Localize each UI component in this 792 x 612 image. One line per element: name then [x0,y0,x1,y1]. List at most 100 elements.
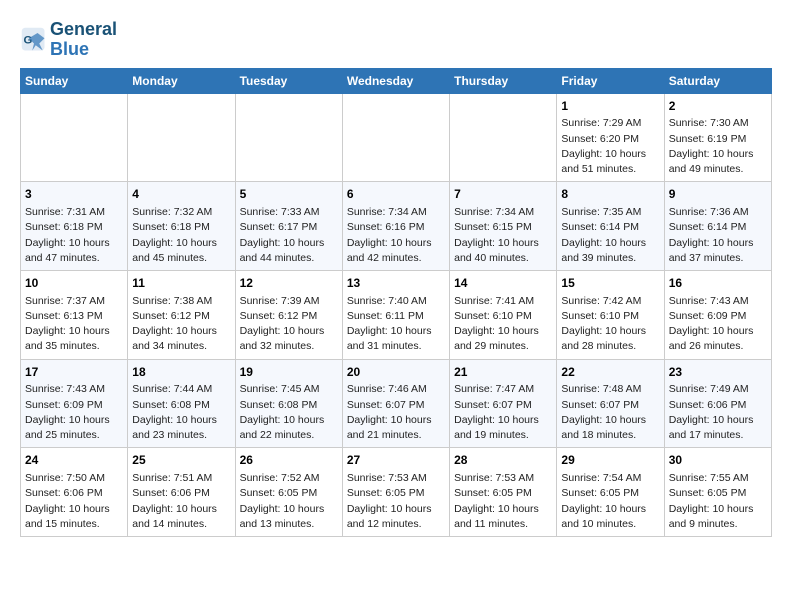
cell-info-line: Sunset: 6:14 PM [561,220,659,235]
cell-info-line: Daylight: 10 hours and 11 minutes. [454,502,552,532]
cell-info-line: Daylight: 10 hours and 29 minutes. [454,324,552,354]
calendar-cell: 11Sunrise: 7:38 AMSunset: 6:12 PMDayligh… [128,270,235,359]
cell-info-line: Sunrise: 7:43 AM [25,382,123,397]
logo-text-line2: Blue [50,40,117,60]
cell-info-line: Sunrise: 7:37 AM [25,294,123,309]
cell-info-line: Sunset: 6:05 PM [669,486,767,501]
cell-info-line: Daylight: 10 hours and 40 minutes. [454,236,552,266]
cell-info-line: Sunset: 6:05 PM [454,486,552,501]
cell-info-line: Daylight: 10 hours and 26 minutes. [669,324,767,354]
cell-info-line: Sunset: 6:06 PM [25,486,123,501]
cell-info-line: Sunset: 6:19 PM [669,132,767,147]
cell-info-line: Daylight: 10 hours and 31 minutes. [347,324,445,354]
cell-info-line: Sunrise: 7:44 AM [132,382,230,397]
cell-info-line: Daylight: 10 hours and 37 minutes. [669,236,767,266]
calendar-cell: 27 Sunrise: 7:53 AMSunset: 6:05 PMDayligh… [342,448,449,537]
calendar-cell: 9Sunrise: 7:36 AMSunset: 6:14 PMDaylight… [664,182,771,271]
day-number: 10 [25,275,123,292]
day-number: 11 [132,275,230,292]
cell-info-line: Sunset: 6:16 PM [347,220,445,235]
cell-info-line: Sunrise: 7:47 AM [454,382,552,397]
calendar-cell: 12Sunrise: 7:39 AMSunset: 6:12 PMDayligh… [235,270,342,359]
day-number: 16 [669,275,767,292]
calendar-cell [342,93,449,182]
calendar-cell: 14Sunrise: 7:41 AMSunset: 6:10 PMDayligh… [450,270,557,359]
cell-info-line: Sunset: 6:09 PM [669,309,767,324]
main-container: G General Blue SundayMondayTuesdayWednes… [0,0,792,547]
cell-info-line: Sunset: 6:05 PM [561,486,659,501]
cell-info-line: Daylight: 10 hours and 12 minutes. [347,502,445,532]
day-number: 22 [561,364,659,381]
cell-info-line: Sunset: 6:10 PM [561,309,659,324]
cell-info-line: Sunset: 6:05 PM [347,486,445,501]
cell-info-line: Sunset: 6:08 PM [240,398,338,413]
calendar-cell: 5Sunrise: 7:33 AMSunset: 6:17 PMDaylight… [235,182,342,271]
cell-info-line: Sunset: 6:18 PM [25,220,123,235]
cell-info-line: Sunrise: 7:43 AM [669,294,767,309]
calendar-body: 1Sunrise: 7:29 AMSunset: 6:20 PMDaylight… [21,93,772,536]
cell-info-line: Sunset: 6:18 PM [132,220,230,235]
cell-info-line: Sunset: 6:05 PM [240,486,338,501]
cell-info-line: Sunrise: 7:40 AM [347,294,445,309]
day-number: 7 [454,186,552,203]
calendar-week-5: 24Sunrise: 7:50 AMSunset: 6:06 PMDayligh… [21,448,772,537]
cell-info-line: Daylight: 10 hours and 45 minutes. [132,236,230,266]
calendar-cell: 15 Sunrise: 7:42 AMSunset: 6:10 PMDayligh… [557,270,664,359]
cell-info-line: Sunrise: 7:55 AM [669,471,767,486]
cell-info-line: Sunrise: 7:31 AM [25,205,123,220]
cell-info-line: Sunrise: 7:54 AM [561,471,659,486]
logo-text-line1: General [50,20,117,40]
calendar-cell [450,93,557,182]
cell-info-line: Sunrise: 7:39 AM [240,294,338,309]
cell-info-line: Sunrise: 7:46 AM [347,382,445,397]
calendar-cell: 30Sunrise: 7:55 AMSunset: 6:05 PMDayligh… [664,448,771,537]
cell-info-line: Daylight: 10 hours and 15 minutes. [25,502,123,532]
header-row: SundayMondayTuesdayWednesdayThursdayFrid… [21,68,772,93]
cell-info-line: Sunset: 6:06 PM [669,398,767,413]
day-number: 29 [561,452,659,469]
cell-info-line: Sunrise: 7:42 AM [561,294,659,309]
cell-info-line: Sunrise: 7:32 AM [132,205,230,220]
calendar-header: SundayMondayTuesdayWednesdayThursdayFrid… [21,68,772,93]
calendar-cell: 26Sunrise: 7:52 AMSunset: 6:05 PMDayligh… [235,448,342,537]
day-number: 8 [561,186,659,203]
cell-info-line: Daylight: 10 hours and 23 minutes. [132,413,230,443]
cell-info-line: Sunrise: 7:49 AM [669,382,767,397]
weekday-header-friday: Friday [557,68,664,93]
day-number: 18 [132,364,230,381]
cell-info-line: Sunrise: 7:34 AM [454,205,552,220]
weekday-header-thursday: Thursday [450,68,557,93]
calendar-cell: 23Sunrise: 7:49 AMSunset: 6:06 PMDayligh… [664,359,771,448]
cell-info-line: Sunset: 6:12 PM [132,309,230,324]
day-number: 9 [669,186,767,203]
cell-info-line: Sunset: 6:07 PM [561,398,659,413]
cell-info-line: Sunrise: 7:41 AM [454,294,552,309]
calendar-cell: 1Sunrise: 7:29 AMSunset: 6:20 PMDaylight… [557,93,664,182]
cell-info-line: Daylight: 10 hours and 25 minutes. [25,413,123,443]
cell-info-line: Daylight: 10 hours and 51 minutes. [561,147,659,177]
cell-info-line: Sunset: 6:15 PM [454,220,552,235]
weekday-header-monday: Monday [128,68,235,93]
calendar-cell: 3Sunrise: 7:31 AMSunset: 6:18 PMDaylight… [21,182,128,271]
weekday-header-sunday: Sunday [21,68,128,93]
cell-info-line: Daylight: 10 hours and 28 minutes. [561,324,659,354]
calendar-week-1: 1Sunrise: 7:29 AMSunset: 6:20 PMDaylight… [21,93,772,182]
calendar-cell: 20Sunrise: 7:46 AMSunset: 6:07 PMDayligh… [342,359,449,448]
day-number: 27 [347,452,445,469]
calendar-cell [21,93,128,182]
day-number: 15 [561,275,659,292]
calendar-cell: 2Sunrise: 7:30 AMSunset: 6:19 PMDaylight… [664,93,771,182]
cell-info-line: Sunrise: 7:34 AM [347,205,445,220]
cell-info-line: Daylight: 10 hours and 39 minutes. [561,236,659,266]
cell-info-line: Sunset: 6:11 PM [347,309,445,324]
weekday-header-saturday: Saturday [664,68,771,93]
cell-info-line: Sunrise: 7:53 AM [347,471,445,486]
day-number: 2 [669,98,767,115]
cell-info-line: Sunset: 6:06 PM [132,486,230,501]
day-number: 14 [454,275,552,292]
day-number: 1 [561,98,659,115]
day-number: 3 [25,186,123,203]
cell-info-line: Daylight: 10 hours and 19 minutes. [454,413,552,443]
cell-info-line: Sunrise: 7:53 AM [454,471,552,486]
calendar-cell: 24Sunrise: 7:50 AMSunset: 6:06 PMDayligh… [21,448,128,537]
